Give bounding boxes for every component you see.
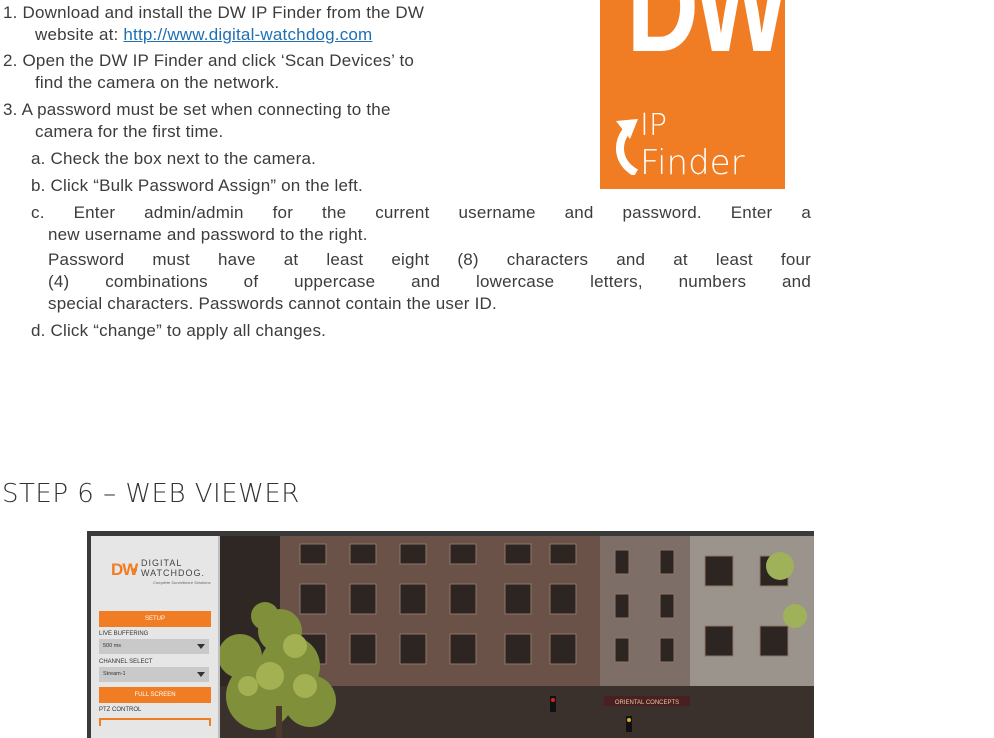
camera-feed-image: ORIENTAL CONCEPTS	[220, 536, 814, 738]
web-viewer-screenshot: DW DIGITAL WATCHDOG. Complete Surveillan…	[87, 531, 814, 738]
viewer-sidebar: DW DIGITAL WATCHDOG. Complete Surveillan…	[91, 536, 220, 738]
logo-dw-text: DW	[626, 0, 789, 79]
substep-b: b. Click “Bulk Password Assign” on the l…	[31, 176, 363, 195]
ptz-control-panel[interactable]	[99, 718, 211, 726]
password-rule-line2: (4) combinations of uppercase and lowerc…	[48, 272, 811, 291]
brand-name: DIGITAL WATCHDOG.	[141, 558, 205, 578]
website-prefix: website at:	[35, 25, 124, 44]
ptz-control-label: PTZ CONTROL	[99, 707, 142, 713]
step-3-line: 3. A password must be set when connectin…	[3, 100, 391, 119]
brand-tagline: Complete Surveillance Solutions	[153, 580, 211, 585]
substep-c-line2: new username and password to the right.	[48, 225, 368, 244]
channel-select[interactable]: Stream-1	[99, 667, 209, 682]
step-2-continued: find the camera on the network.	[35, 73, 280, 92]
shop-sign-text: ORIENTAL CONCEPTS	[615, 700, 679, 706]
step-6-heading: STEP 6 – WEB VIEWER	[2, 479, 300, 509]
logo-finder-text: Finder	[640, 143, 745, 183]
channel-select-label: CHANNEL SELECT	[99, 659, 153, 665]
step-3-continued: camera for the first time.	[35, 122, 224, 141]
brand-dot-icon	[133, 568, 137, 572]
channel-select-value: Stream-1	[103, 671, 126, 677]
live-buffering-label: LIVE BUFFERING	[99, 631, 149, 637]
step-1-website: website at: http://www.digital-watchdog.…	[35, 24, 372, 46]
step-1-line: 1. Download and install the DW IP Finder…	[3, 3, 425, 22]
step-2-line: 2. Open the DW IP Finder and click ‘Scan…	[3, 51, 415, 70]
setup-button[interactable]: SETUP	[99, 611, 211, 627]
street-scene: ORIENTAL CONCEPTS	[220, 536, 814, 738]
substep-c-line1: c. Enter admin/admin for the current use…	[31, 203, 811, 222]
chevron-down-icon	[197, 644, 205, 649]
live-buffering-value: 500 ms	[103, 643, 122, 649]
live-buffering-select[interactable]: 500 ms	[99, 639, 209, 654]
password-rule-line3: special characters. Passwords cannot con…	[48, 294, 497, 313]
full-screen-button[interactable]: FULL SCREEN	[99, 687, 211, 703]
dw-ip-finder-logo: DW IP Finder	[600, 0, 789, 189]
password-rule-line1: Password must have at least eight (8) ch…	[48, 250, 811, 269]
brand-name-bottom: WATCHDOG.	[141, 568, 205, 578]
brand-name-top: DIGITAL	[141, 558, 183, 568]
logo-ip-text: IP	[640, 108, 667, 143]
curved-arrow-icon	[616, 119, 639, 175]
substep-a: a. Check the box next to the camera.	[31, 149, 317, 168]
website-link[interactable]: http://www.digital-watchdog.com	[123, 25, 372, 44]
substep-d: d. Click “change” to apply all changes.	[31, 321, 327, 340]
chevron-down-icon	[197, 672, 205, 677]
